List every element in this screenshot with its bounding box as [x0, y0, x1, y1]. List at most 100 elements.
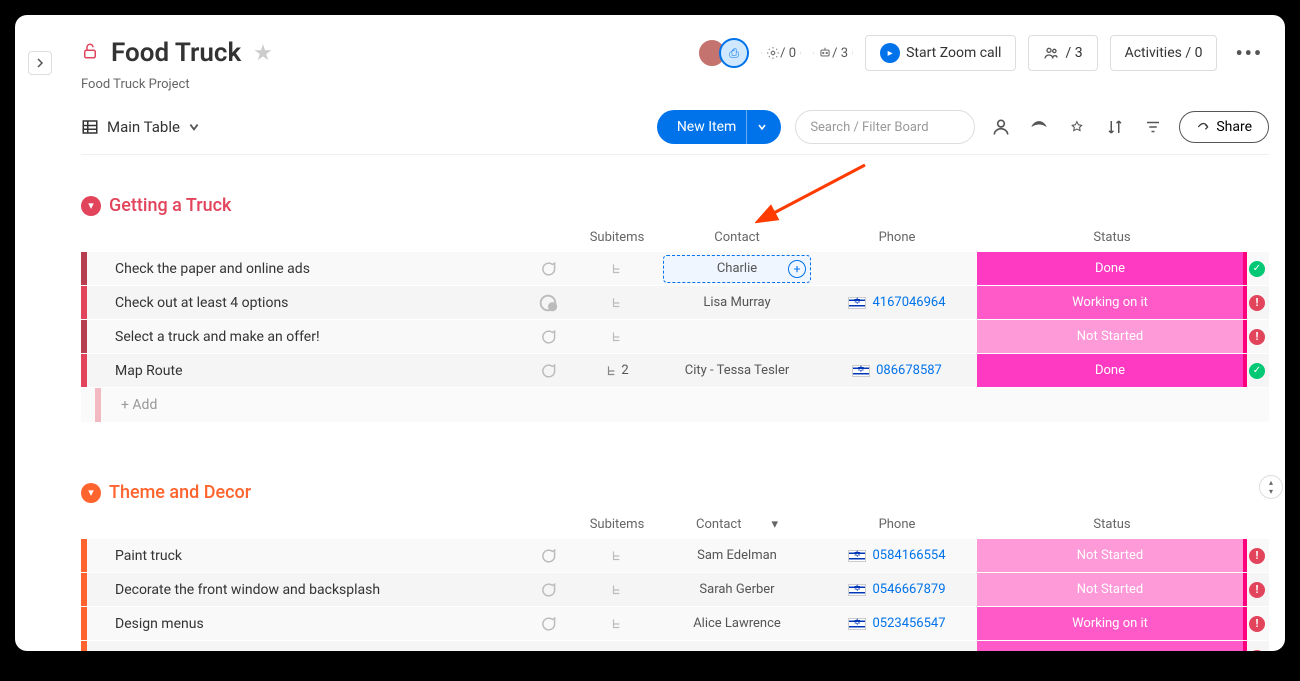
collapse-icon[interactable]: ▾	[81, 483, 101, 503]
activities-chip[interactable]: Activities / 0	[1110, 35, 1218, 71]
status-cell[interactable]: Not Started	[977, 539, 1247, 572]
board-members[interactable]: ⎙	[697, 38, 749, 68]
automations-chip[interactable]: / 3	[813, 33, 853, 73]
zoom-button[interactable]: ▸ Start Zoom call	[865, 35, 1016, 71]
status-cell[interactable]: Not Started	[977, 320, 1247, 353]
item-name[interactable]: Paint truck	[101, 548, 519, 564]
status-cell[interactable]: Working on it	[977, 607, 1247, 640]
search-input[interactable]: Search / Filter Board	[795, 110, 975, 144]
chat-icon[interactable]	[519, 613, 577, 635]
subitems-cell[interactable]	[577, 651, 657, 652]
board-title[interactable]: Food Truck	[111, 38, 241, 68]
subitems-cell[interactable]	[577, 549, 657, 563]
column-status[interactable]: Status	[977, 517, 1247, 532]
collapse-icon[interactable]: ▾	[81, 196, 101, 216]
status-cell[interactable]: Not Started	[977, 573, 1247, 606]
contact-cell[interactable]: Alice Lawrence	[657, 616, 817, 631]
row-indicator: !	[1247, 650, 1267, 652]
row-color-bar	[81, 539, 87, 572]
status-cell[interactable]: Done	[977, 354, 1247, 387]
more-icon[interactable]: •••	[1229, 41, 1269, 65]
status-cell[interactable]: Done	[977, 252, 1247, 285]
group-header[interactable]: ▾ Theme and Decor	[81, 482, 1269, 503]
table-row[interactable]: Design Large menu Alice Lawrence 0523456…	[81, 641, 1269, 651]
row-indicator: ✓	[1247, 261, 1267, 277]
integrations-chip[interactable]: / 0	[761, 33, 801, 73]
group-header[interactable]: ▾ Getting a Truck	[81, 195, 1269, 216]
subitems-cell[interactable]	[577, 583, 657, 597]
item-name[interactable]: Map Route	[101, 363, 519, 379]
column-contact[interactable]: Contact	[657, 230, 817, 245]
chevron-down-icon[interactable]	[746, 110, 767, 144]
table-row[interactable]: Map Route 2 City - Tessa Tesler 08667858…	[81, 354, 1269, 388]
star-icon[interactable]: ★	[253, 41, 273, 66]
item-name[interactable]: Design Large menu	[101, 650, 519, 652]
new-item-button[interactable]: New Item	[657, 110, 782, 144]
phone-cell[interactable]: 086678587	[817, 363, 977, 378]
row-color-bar	[81, 320, 87, 353]
sort-icon[interactable]	[1103, 115, 1127, 139]
row-color-bar	[81, 286, 87, 319]
contact-cell[interactable]: City - Tessa Tesler	[657, 363, 817, 378]
contact-cell[interactable]: Sam Edelman	[657, 548, 817, 563]
chat-icon[interactable]	[519, 292, 577, 314]
phone-cell[interactable]: 0523456547	[817, 616, 977, 631]
eye-icon[interactable]	[1027, 115, 1051, 139]
chat-icon[interactable]	[519, 647, 577, 652]
column-contact[interactable]: Contact▾	[657, 517, 817, 532]
item-name[interactable]: Design menus	[101, 616, 519, 632]
chat-icon[interactable]	[519, 360, 577, 382]
table-row[interactable]: Select a truck and make an offer! Not St…	[81, 320, 1269, 354]
row-color-bar	[81, 641, 87, 651]
filter-icon[interactable]	[1141, 115, 1165, 139]
subitems-cell[interactable]	[577, 262, 657, 276]
share-button[interactable]: Share	[1179, 111, 1269, 143]
table-row[interactable]: Decorate the front window and backsplash…	[81, 573, 1269, 607]
row-indicator: ✓	[1247, 363, 1267, 379]
pin-icon[interactable]	[1065, 115, 1089, 139]
chat-icon[interactable]	[519, 258, 577, 280]
phone-cell[interactable]: 0523456547	[817, 650, 977, 651]
chat-icon[interactable]	[519, 579, 577, 601]
column-phone[interactable]: Phone	[817, 517, 977, 532]
add-contact-icon[interactable]: +	[788, 260, 806, 278]
sidebar-toggle[interactable]	[15, 51, 65, 75]
table-row[interactable]: Design menus Alice Lawrence 0523456547 W…	[81, 607, 1269, 641]
view-selector[interactable]: Main Table	[81, 118, 200, 136]
contact-cell[interactable]: Charlie +	[657, 255, 817, 283]
chat-icon[interactable]	[519, 326, 577, 348]
column-status[interactable]: Status	[977, 230, 1247, 245]
column-subitems[interactable]: Subitems	[577, 517, 657, 532]
item-name[interactable]: Select a truck and make an offer!	[101, 329, 519, 345]
subitems-cell[interactable]	[577, 296, 657, 310]
item-name[interactable]: Decorate the front window and backsplash	[101, 582, 519, 598]
subitems-cell[interactable]	[577, 617, 657, 631]
people-chip[interactable]: / 3	[1028, 35, 1097, 71]
column-subitems[interactable]: Subitems	[577, 230, 657, 245]
subitems-cell[interactable]: 2	[577, 363, 657, 378]
item-name[interactable]: Check the paper and online ads	[101, 261, 519, 277]
contact-cell[interactable]: Alice Lawrence	[657, 650, 817, 651]
status-cell[interactable]: Working on it	[977, 641, 1247, 651]
chat-icon[interactable]	[519, 545, 577, 567]
chevron-down-icon	[188, 121, 200, 133]
phone-cell[interactable]: 0584166554	[817, 548, 977, 563]
contact-cell[interactable]: Sarah Gerber	[657, 582, 817, 597]
row-indicator: !	[1247, 582, 1267, 598]
table-row[interactable]: Check out at least 4 options Lisa Murray…	[81, 286, 1269, 320]
sort-caret-icon[interactable]: ▾	[771, 517, 778, 532]
phone-cell[interactable]: 0546667879	[817, 582, 977, 597]
table-row[interactable]: Check the paper and online ads Charlie +…	[81, 252, 1269, 286]
contact-cell[interactable]: Lisa Murray	[657, 295, 817, 310]
add-item-row[interactable]: + Add	[81, 388, 1269, 422]
scroll-handle[interactable]: ▴▾	[1259, 475, 1283, 499]
board-description[interactable]: Food Truck Project	[81, 77, 1269, 92]
phone-cell[interactable]: 4167046964	[817, 295, 977, 310]
table-row[interactable]: Paint truck Sam Edelman 0584166554 Not S…	[81, 539, 1269, 573]
subitems-cell[interactable]	[577, 330, 657, 344]
lock-icon	[81, 42, 99, 64]
person-filter-icon[interactable]	[989, 115, 1013, 139]
status-cell[interactable]: Working on it	[977, 286, 1247, 319]
item-name[interactable]: Check out at least 4 options	[101, 295, 519, 311]
column-phone[interactable]: Phone	[817, 230, 977, 245]
